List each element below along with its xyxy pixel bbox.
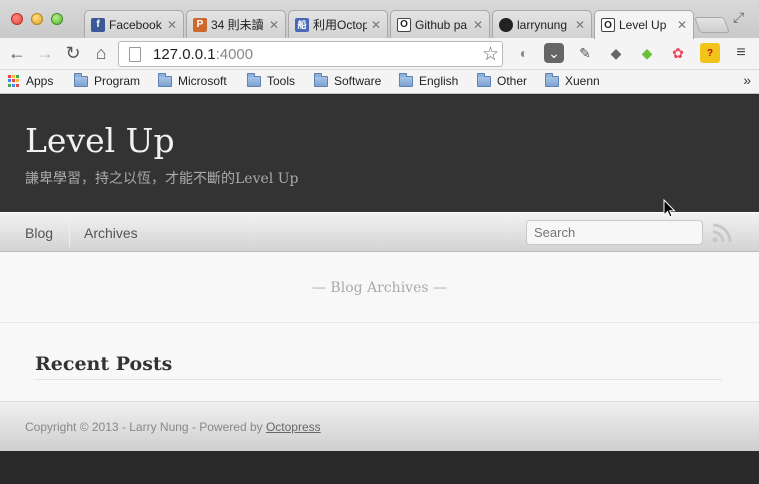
color-wheel-icon[interactable]: ✿: [668, 43, 688, 63]
bookmark-folder-tools[interactable]: Tools: [247, 72, 296, 88]
tab-title: Level Up: [619, 18, 667, 32]
bookmark-folder-xuenn[interactable]: Xuenn: [545, 72, 600, 88]
folder-icon: [314, 72, 328, 87]
address-host: 127.0.0.1: [153, 45, 216, 63]
bookmark-label: English: [419, 74, 459, 88]
bookmarks-bar: Apps Program Microsoft Tools Software En…: [0, 70, 759, 94]
bookmark-star-icon[interactable]: ☆: [482, 43, 499, 66]
bookmark-apps[interactable]: Apps: [8, 74, 53, 88]
browser-toolbar: ← → ↻ ⌂ 127.0.0.1:4000 ☆ ◐ ⌄ ✎ ◆ ◆ ✿ ? ≡: [0, 38, 759, 70]
bookmark-folder-microsoft[interactable]: Microsoft: [158, 72, 227, 88]
tab-github-profile[interactable]: larrynung ✕: [492, 10, 592, 38]
tab-octopress-article[interactable]: 船 利用Octop ✕: [288, 10, 388, 38]
site-title[interactable]: Level Up: [25, 124, 734, 158]
back-icon[interactable]: ←: [6, 42, 28, 64]
tab-title: larrynung: [517, 17, 568, 32]
bookmark-label: Microsoft: [178, 74, 227, 88]
address-port: :4000: [215, 45, 254, 63]
tab-level-up[interactable]: O Level Up ✕: [594, 10, 694, 39]
ghostery-off-icon[interactable]: ◐: [514, 43, 534, 63]
site-nav: Blog Archives: [0, 212, 759, 252]
close-tab-icon[interactable]: ✕: [269, 18, 279, 32]
bookmark-folder-english[interactable]: English: [399, 72, 459, 88]
minimize-window-button[interactable]: [31, 13, 43, 25]
bookmark-label: Other: [497, 74, 528, 88]
nav-archives-link[interactable]: Archives: [84, 225, 138, 241]
folder-icon: [477, 72, 491, 87]
bookmark-folder-program[interactable]: Program: [74, 72, 141, 88]
tab-title: 利用Octop: [313, 18, 367, 32]
blog-icon: 船: [295, 17, 309, 32]
folder-icon: [399, 72, 413, 87]
address-bar[interactable]: 127.0.0.1:4000 ☆: [118, 41, 503, 67]
reload-icon[interactable]: ↻: [62, 42, 84, 64]
close-tab-icon[interactable]: ✕: [677, 18, 687, 32]
menu-icon[interactable]: ≡: [731, 43, 751, 63]
feedly-icon[interactable]: ◆: [606, 43, 626, 63]
site-subtitle: 謙卑學習，持之以恆，才能不斷的Level Up: [25, 171, 299, 187]
facebook-icon: f: [91, 17, 105, 32]
bookmarks-overflow-icon[interactable]: »: [743, 72, 751, 88]
tab-title: 34 則未讀: [211, 18, 264, 32]
fullscreen-icon[interactable]: ⤢: [733, 9, 744, 26]
close-tab-icon[interactable]: ✕: [167, 18, 177, 32]
bookmark-label: Software: [334, 74, 382, 88]
bookmark-folder-software[interactable]: Software: [314, 72, 382, 88]
tab-title: Facebook: [109, 17, 162, 32]
archive-heading: — Blog Archives —: [0, 252, 759, 323]
recent-posts-heading: Recent Posts: [35, 353, 722, 380]
tab-github-pages[interactable]: O Github pa ✕: [390, 10, 490, 38]
feedly-green-icon[interactable]: ◆: [637, 43, 657, 63]
forward-icon[interactable]: →: [34, 42, 56, 64]
rss-icon[interactable]: [711, 222, 733, 244]
evernote-icon[interactable]: ✎: [575, 43, 595, 63]
github-icon: [499, 17, 513, 32]
bookmark-label: Apps: [26, 74, 54, 88]
page-content: Level Up 謙卑學習，持之以恆，才能不斷的Level Up Blog Ar…: [0, 95, 759, 451]
octopress-icon: O: [397, 17, 411, 32]
nav-blog-link[interactable]: Blog: [25, 225, 53, 241]
zoom-window-button[interactable]: [51, 13, 63, 25]
close-tab-icon[interactable]: ✕: [371, 18, 381, 32]
tab-facebook[interactable]: f Facebook ✕: [84, 10, 184, 38]
tab-title: Github pa: [415, 17, 468, 32]
mouse-cursor-icon: [663, 199, 676, 218]
close-tab-icon[interactable]: ✕: [575, 18, 585, 32]
warning-extension-icon[interactable]: ?: [700, 43, 720, 63]
pocket-icon[interactable]: ⌄: [544, 43, 564, 63]
search-input[interactable]: [526, 220, 703, 245]
apps-grid-icon: [8, 75, 20, 87]
close-window-button[interactable]: [11, 13, 23, 25]
home-icon[interactable]: ⌂: [90, 42, 112, 64]
bookmark-label: Xuenn: [565, 74, 600, 88]
octopress-icon: O: [601, 18, 615, 32]
bookmark-folder-other[interactable]: Other: [477, 72, 528, 88]
tab-strip: f Facebook ✕ P 34 則未讀 ✕ 船 利用Octop ✕ O Gi…: [0, 0, 759, 39]
tab-plurk[interactable]: P 34 則未讀 ✕: [186, 10, 286, 38]
site-header: Level Up 謙卑學習，持之以恆，才能不斷的Level Up: [0, 95, 759, 212]
folder-icon: [74, 72, 88, 87]
folder-icon: [545, 72, 559, 87]
footer-text: Copyright © 2013 - Larry Nung - Powered …: [25, 420, 266, 434]
page-icon: [129, 46, 141, 62]
nav-divider: [69, 219, 70, 247]
bookmark-label: Program: [94, 74, 141, 88]
octopress-link[interactable]: Octopress: [266, 420, 321, 434]
plurk-icon: P: [193, 17, 207, 32]
new-tab-button[interactable]: [694, 17, 730, 33]
folder-icon: [158, 72, 172, 87]
close-tab-icon[interactable]: ✕: [473, 18, 483, 32]
site-footer: Copyright © 2013 - Larry Nung - Powered …: [0, 401, 759, 451]
bookmark-label: Tools: [267, 74, 296, 88]
folder-icon: [247, 72, 261, 87]
